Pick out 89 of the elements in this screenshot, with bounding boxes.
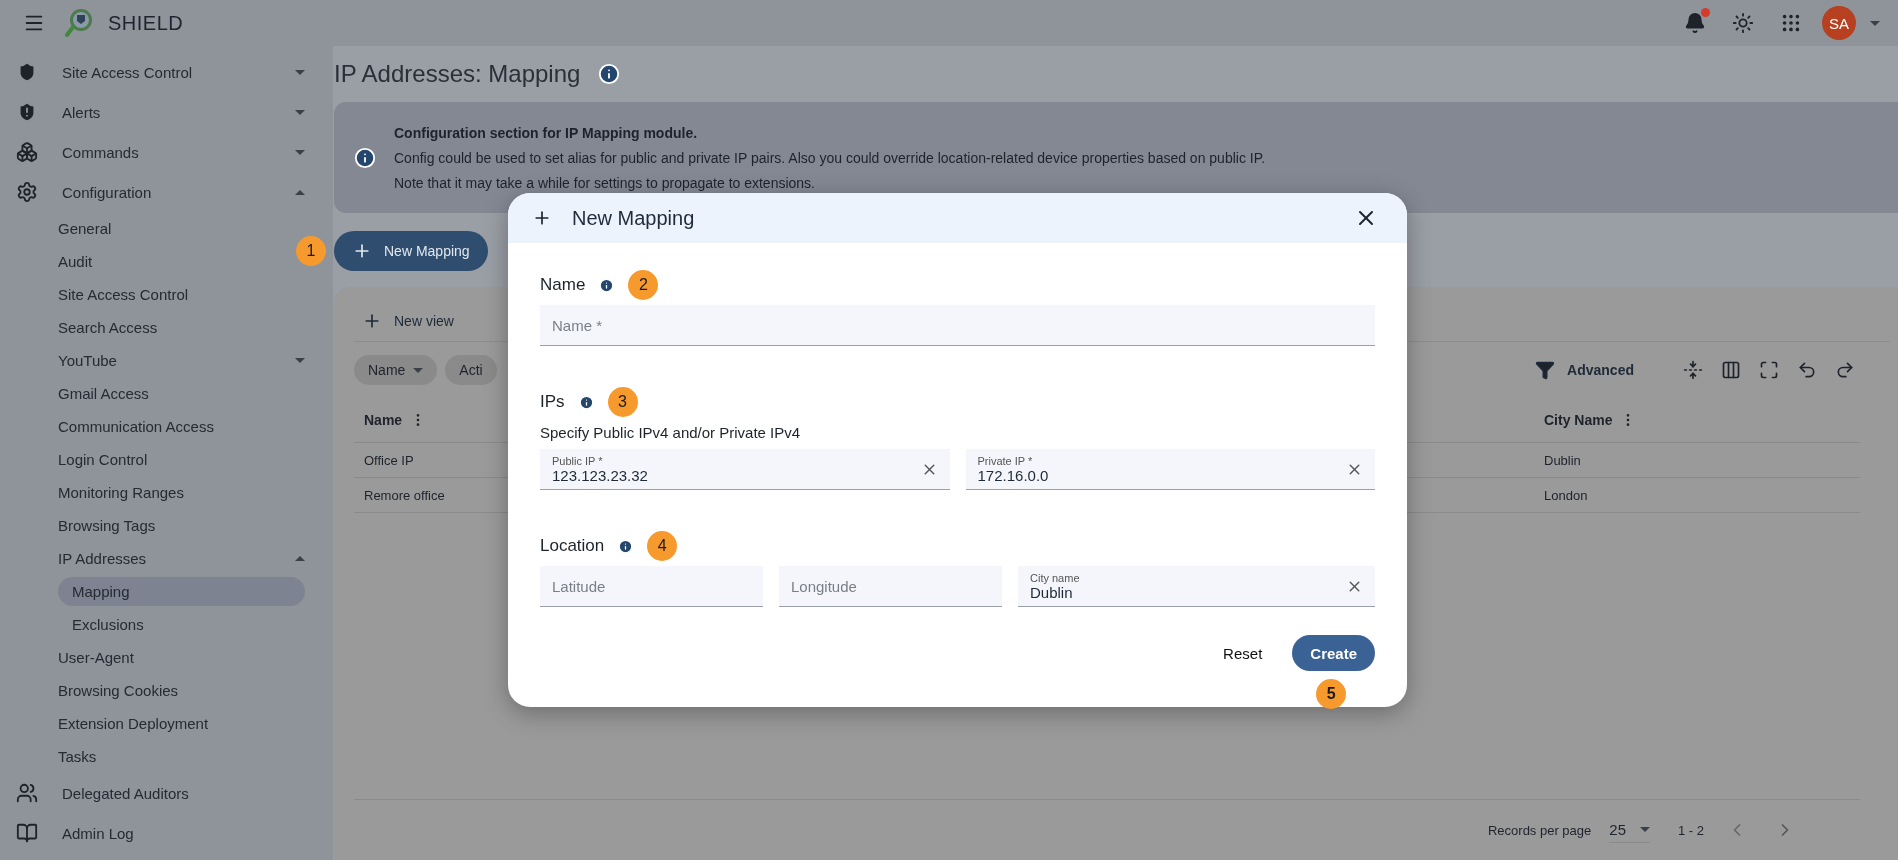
sidebar-item[interactable]: Commands: [48, 137, 153, 167]
advanced-filter-button[interactable]: Advanced: [1527, 354, 1642, 386]
table-cell: Remore office: [364, 487, 445, 503]
section-title: Name: [540, 275, 586, 295]
text-input[interactable]: Latitude: [552, 577, 751, 595]
sidebar-item[interactable]: User-Agent: [44, 643, 148, 672]
undo-icon[interactable]: [1797, 360, 1817, 380]
sidebar-item[interactable]: Alerts: [48, 97, 115, 127]
info-icon: [354, 146, 376, 169]
column-header[interactable]: City Name: [1534, 412, 1860, 428]
sidebar-item[interactable]: Browsing Tags: [44, 511, 170, 540]
people-icon: [16, 782, 38, 804]
caret-icon[interactable]: [1870, 20, 1880, 26]
sidebar-item[interactable]: Extension Deployment: [44, 709, 223, 738]
new-mapping-button[interactable]: New Mapping: [334, 231, 488, 271]
avatar[interactable]: SA: [1822, 6, 1856, 40]
sidebar-item[interactable]: Admin Log: [48, 818, 148, 848]
table-cell: Dublin: [1544, 452, 1581, 468]
cubes-icon: [16, 141, 38, 163]
input-field[interactable]: City name Dublin: [1018, 566, 1375, 607]
info-text: Config could be used to set alias for public and private IP pairs. Also you could override location-related device properties based on public IP.: [394, 149, 1266, 166]
sidebar-item[interactable]: Site Access Control: [44, 280, 203, 309]
logo-icon: [64, 7, 94, 39]
sidebar-item[interactable]: Monitoring Ranges: [44, 478, 198, 507]
caret-icon[interactable]: [295, 69, 305, 75]
caret-icon[interactable]: [295, 149, 305, 155]
input-field[interactable]: Longitude: [779, 566, 1002, 607]
sidebar-item[interactable]: Gmail Access: [44, 379, 163, 408]
dialog-title: New Mapping: [572, 206, 696, 230]
redo-icon[interactable]: [1835, 360, 1855, 380]
info-icon[interactable]: [598, 63, 621, 85]
info-icon[interactable]: [578, 394, 594, 410]
sidebar-item[interactable]: Tasks: [44, 742, 111, 771]
sun-icon[interactable]: [1732, 12, 1754, 34]
caret-icon[interactable]: [295, 556, 305, 561]
app-name: SHIELD: [108, 11, 184, 35]
settings-icon: [16, 181, 38, 203]
sidebar-item[interactable]: YouTube: [44, 346, 131, 375]
step-badge: 2: [628, 270, 659, 300]
new-view-button[interactable]: New view: [354, 305, 462, 337]
columns-icon[interactable]: [1721, 360, 1741, 380]
sidebar-item[interactable]: Mapping: [58, 577, 305, 606]
section-title: IPs: [540, 392, 565, 412]
sidebar-item[interactable]: Site Access Control: [48, 57, 207, 87]
bell-icon[interactable]: [1684, 12, 1706, 34]
page-title: IP Addresses: Mapping: [334, 60, 581, 88]
step-badge: 4: [647, 531, 678, 561]
info-heading: Configuration section for IP Mapping module.: [394, 124, 699, 141]
info-icon[interactable]: [618, 538, 634, 554]
input-field[interactable]: Public IP * 123.123.23.32: [540, 449, 950, 490]
sidebar-item[interactable]: General: [44, 214, 126, 243]
caret-icon[interactable]: [295, 189, 305, 195]
fullscreen-icon[interactable]: [1759, 360, 1779, 380]
text-input[interactable]: Dublin: [1030, 583, 1346, 601]
text-input[interactable]: Name *: [552, 316, 1363, 334]
per-page-select[interactable]: 25: [1609, 817, 1650, 843]
sidebar-item[interactable]: Exclusions: [58, 610, 158, 639]
section-title: Location: [540, 536, 605, 556]
filter-icon: [1535, 360, 1556, 380]
caret-icon[interactable]: [295, 358, 305, 363]
table-cell: London: [1544, 487, 1588, 503]
text-input[interactable]: Longitude: [791, 577, 990, 595]
sidebar-item[interactable]: Communication Access: [44, 412, 228, 441]
info-text: Note that it may take a while for settings to propagate to extensions.: [394, 174, 816, 191]
sidebar-item[interactable]: Browsing Cookies: [44, 676, 193, 705]
reset-button[interactable]: Reset: [1217, 643, 1269, 663]
sidebar-item[interactable]: Search Access: [44, 313, 172, 342]
input-field[interactable]: Private IP * 172.16.0.0: [965, 449, 1375, 490]
step-badge: 5: [1316, 679, 1347, 709]
book-icon: [16, 822, 38, 844]
sidebar-item[interactable]: Audit: [44, 247, 107, 276]
filter-chip[interactable]: Name: [354, 355, 438, 385]
records-per-page-label: Records per page: [1487, 822, 1592, 838]
filter-chip[interactable]: Acti: [445, 355, 497, 385]
apps-icon[interactable]: [1780, 12, 1802, 34]
input-field[interactable]: Latitude: [540, 566, 763, 607]
sidebar-item[interactable]: Login Control: [44, 445, 162, 474]
table-cell: Office IP: [364, 452, 414, 468]
sidebar-item[interactable]: IP Addresses: [44, 544, 161, 573]
text-input[interactable]: 123.123.23.32: [552, 466, 921, 484]
caret-icon[interactable]: [295, 109, 305, 115]
step-badge: 3: [607, 387, 638, 417]
info-icon[interactable]: [599, 277, 615, 293]
text-input[interactable]: 172.16.0.0: [977, 466, 1346, 484]
sidebar-item[interactable]: Configuration: [48, 177, 166, 207]
density-icon[interactable]: [1683, 360, 1703, 380]
input-field[interactable]: Name *: [540, 305, 1375, 346]
sidebar-item[interactable]: Delegated Auditors: [48, 778, 203, 808]
page-range: 1 - 2: [1678, 822, 1704, 838]
